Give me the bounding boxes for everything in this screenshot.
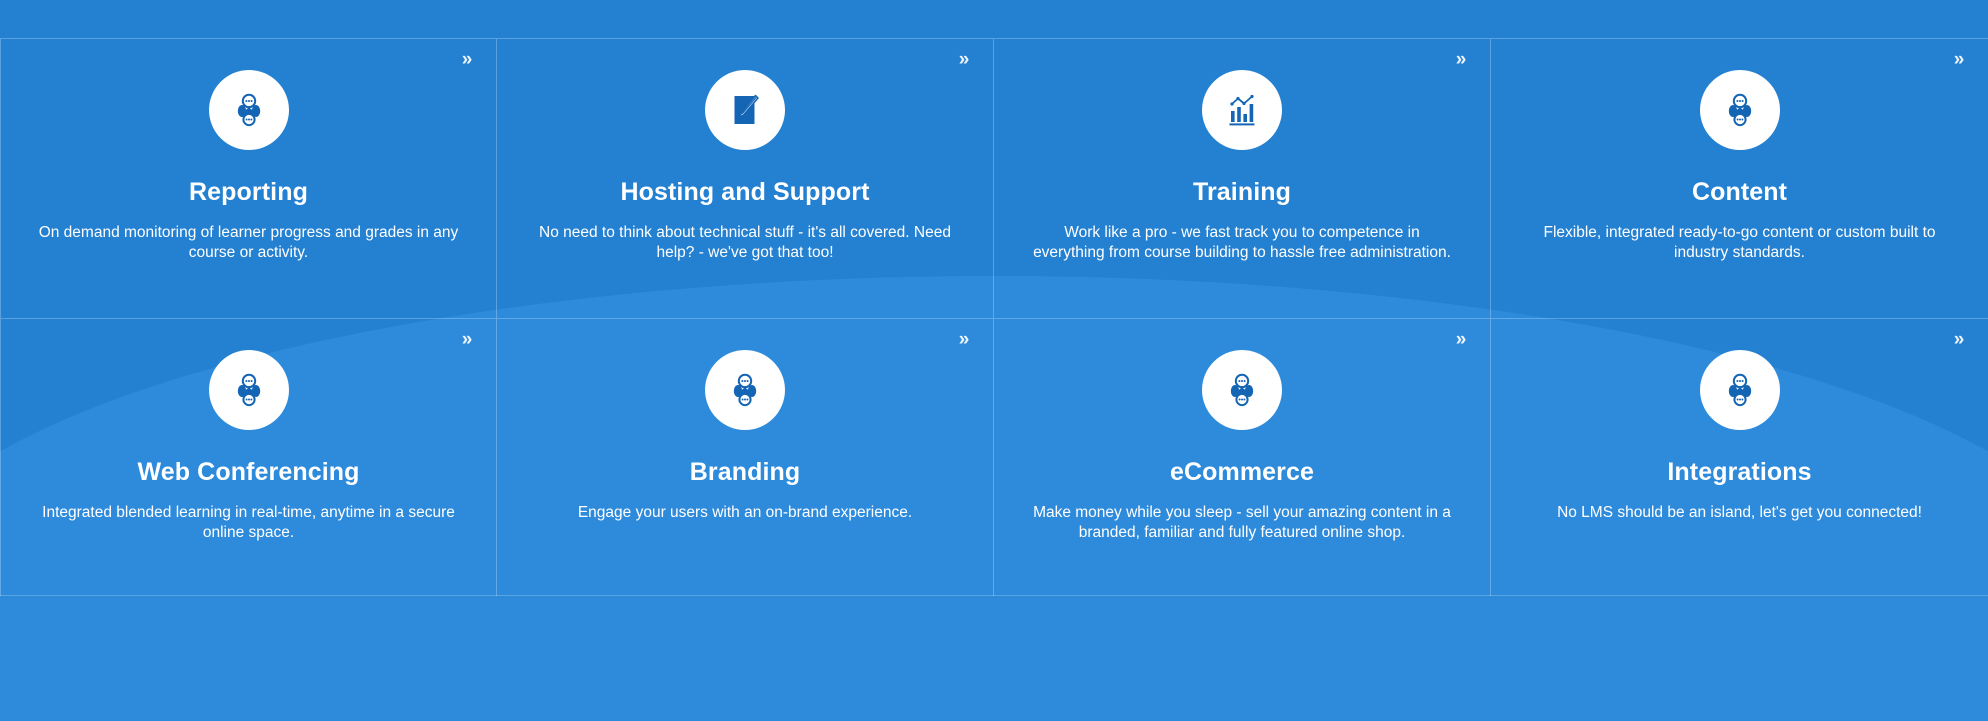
chevron-right-icon[interactable]: » — [1948, 329, 1970, 351]
feature-card-content[interactable]: » Content Flexible, integrated ready-to-… — [1491, 38, 1988, 318]
people-chat-icon — [208, 350, 289, 430]
chevron-right-icon[interactable]: » — [953, 49, 975, 71]
people-chat-icon — [705, 350, 785, 430]
feature-card-description: No LMS should be an island, let's get yo… — [1557, 504, 1922, 521]
feature-card-title: Branding — [689, 458, 801, 486]
feature-card-web-conferencing[interactable]: » Web Conferencing Integrated blended le… — [0, 318, 497, 596]
feature-card-training[interactable]: » Training Work like a pro - we fast tra… — [994, 38, 1491, 318]
feature-card-title: Reporting — [189, 178, 308, 206]
feature-card-hosting-and-support[interactable]: » Hosting and Support No need to think a… — [497, 38, 994, 318]
people-chat-icon — [1699, 350, 1780, 430]
bar-chart-trend-icon — [1202, 70, 1282, 150]
feature-card-grid: » Reporting On demand monitoring of lear… — [0, 38, 1988, 596]
feature-card-description: Integrated blended learning in real-time… — [42, 504, 455, 542]
chevron-right-icon[interactable]: » — [1450, 329, 1472, 351]
people-chat-icon — [1202, 350, 1282, 430]
feature-card-reporting[interactable]: » Reporting On demand monitoring of lear… — [0, 38, 497, 318]
feature-card-description: Flexible, integrated ready-to-go content… — [1543, 224, 1936, 262]
chevron-right-icon[interactable]: » — [953, 329, 975, 351]
chevron-right-icon[interactable]: » — [456, 49, 478, 71]
chevron-right-icon[interactable]: » — [1948, 49, 1970, 71]
feature-card-branding[interactable]: » Branding Engage your users with an on-… — [497, 318, 994, 596]
feature-card-title: Training — [1192, 178, 1292, 206]
feature-card-description: Work like a pro - we fast track you to c… — [1033, 224, 1451, 262]
feature-card-title: Hosting and Support — [620, 178, 870, 206]
feature-card-description: Engage your users with an on-brand exper… — [577, 504, 913, 521]
feature-card-title: Integrations — [1667, 458, 1812, 486]
feature-card-description: No need to think about technical stuff -… — [539, 224, 951, 262]
feature-card-description: Make money while you sleep - sell your a… — [1033, 504, 1451, 542]
chevron-right-icon[interactable]: » — [1450, 49, 1472, 71]
feature-card-title: Web Conferencing — [137, 458, 360, 486]
feature-card-ecommerce[interactable]: » eCommerce Make money while you sleep -… — [994, 318, 1491, 596]
features-section: » Reporting On demand monitoring of lear… — [0, 0, 1988, 721]
people-chat-icon — [208, 70, 289, 150]
feature-card-description: On demand monitoring of learner progress… — [38, 224, 459, 262]
feature-card-title: Content — [1691, 178, 1788, 206]
chevron-right-icon[interactable]: » — [456, 329, 478, 351]
feature-card-integrations[interactable]: » Integrations No LMS should be an islan… — [1491, 318, 1988, 596]
pencil-page-icon — [705, 70, 785, 150]
people-chat-icon — [1699, 70, 1780, 150]
feature-card-title: eCommerce — [1169, 458, 1315, 486]
